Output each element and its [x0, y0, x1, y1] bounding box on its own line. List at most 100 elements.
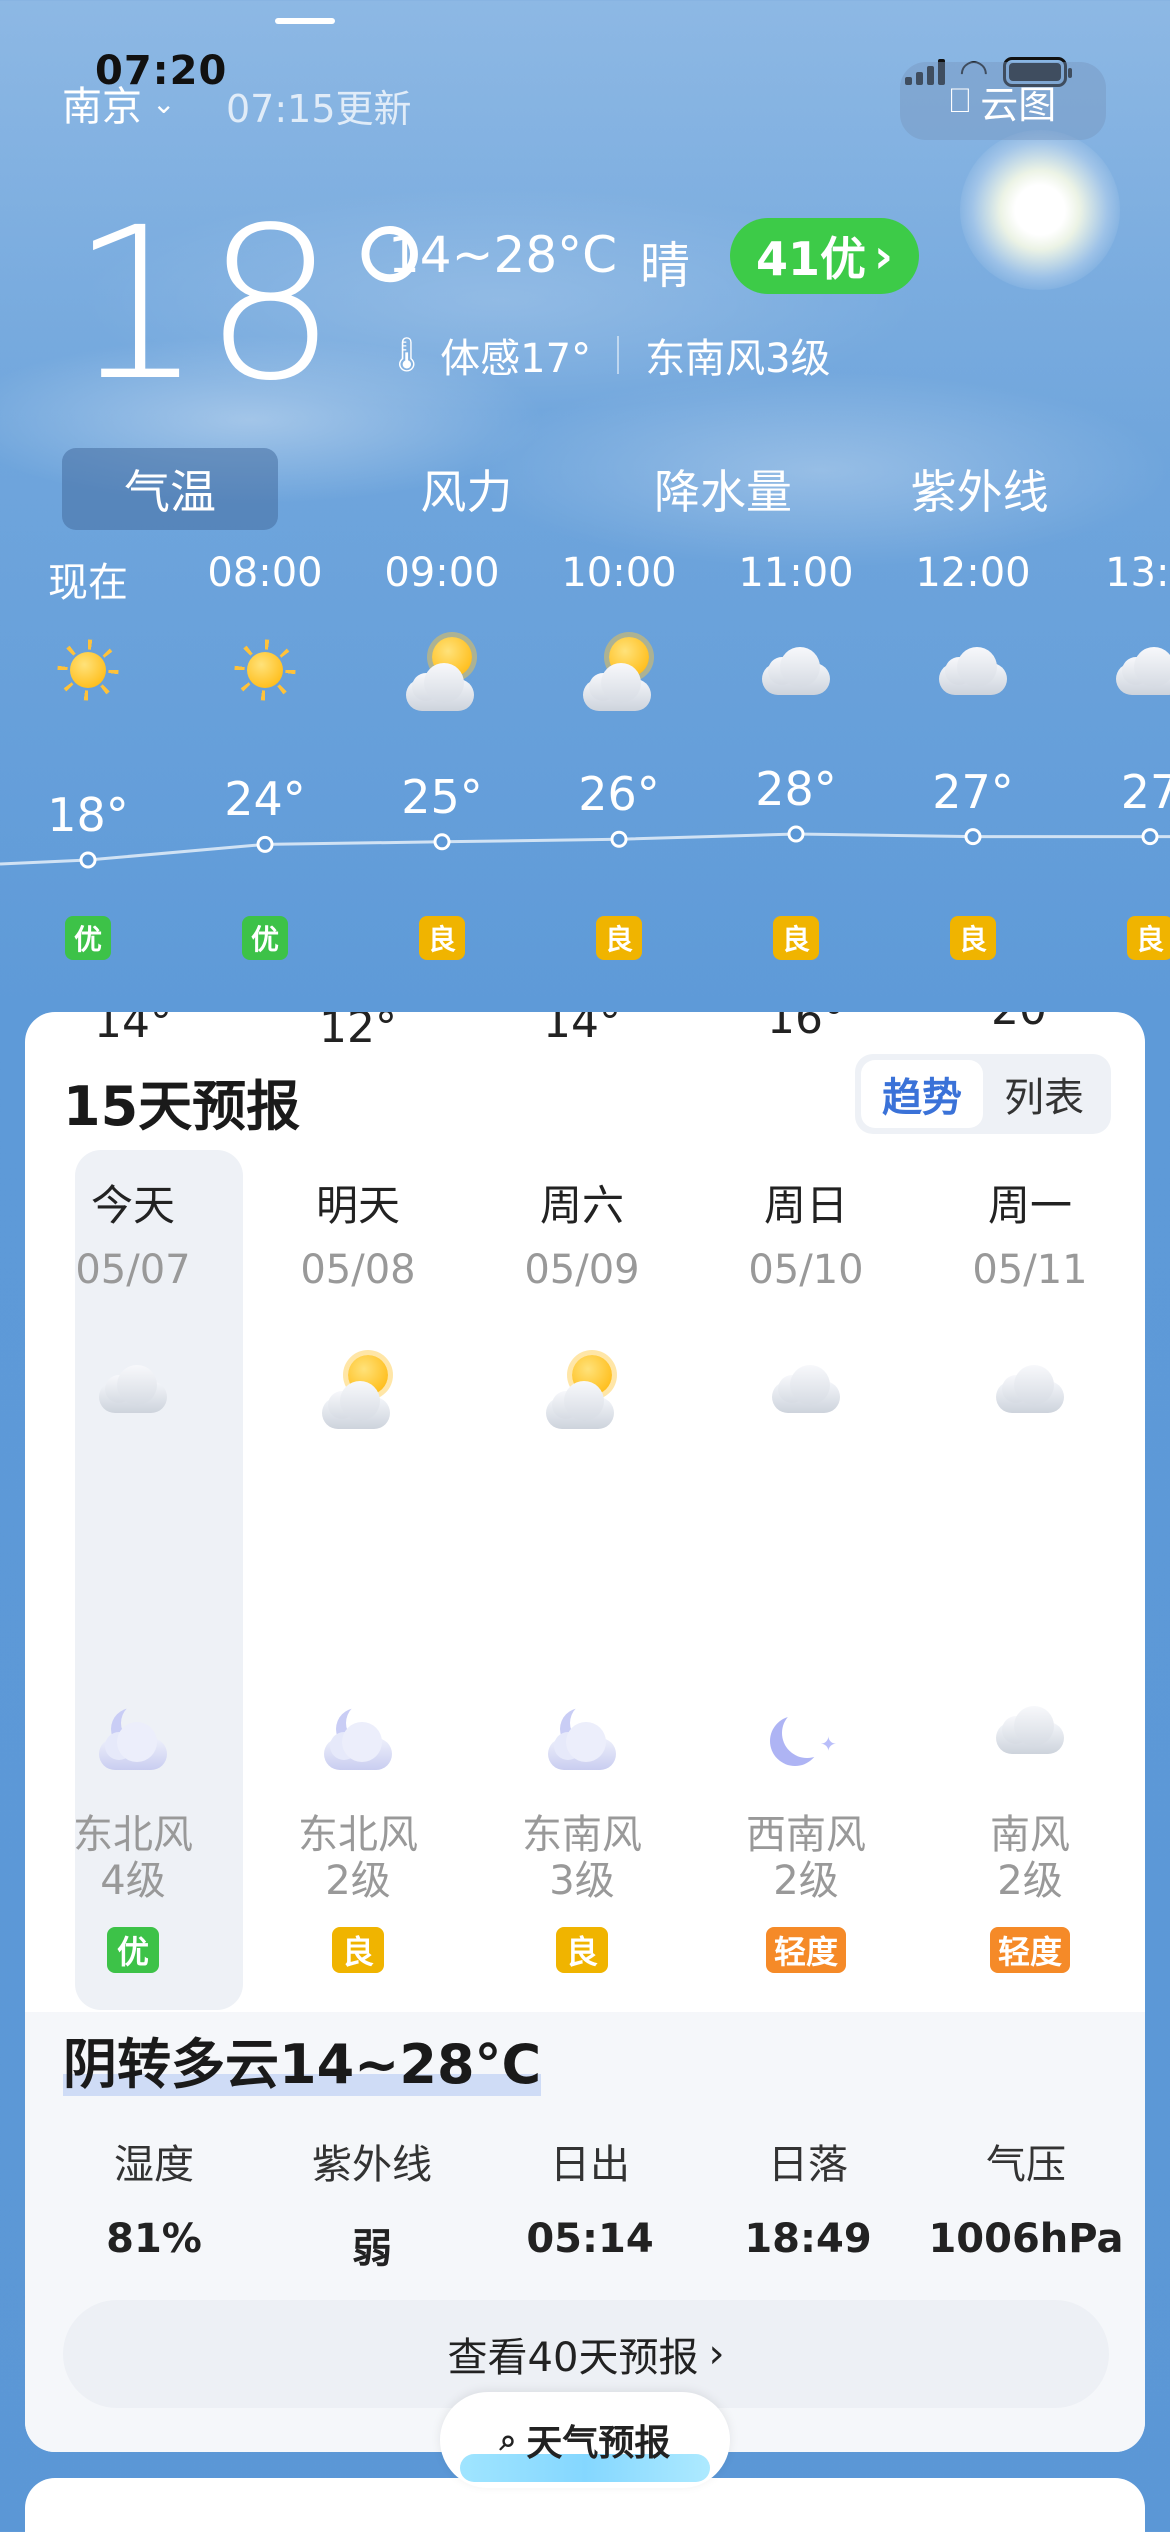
wind-direction: 南风 — [990, 1812, 1070, 1858]
day-aqi: 良 — [332, 1927, 384, 1973]
hourly-temp-point — [79, 851, 97, 869]
hour-aqi: 优 — [242, 916, 288, 960]
chevron-right-icon: › — [708, 2331, 725, 2377]
hour-item: 11:00 28° 良 — [731, 550, 861, 960]
hour-aqi: 良 — [419, 916, 465, 960]
stat-label: 气压 — [986, 2142, 1066, 2188]
hour-temp: 26° — [578, 767, 660, 822]
cloud-map-label: 云图 — [980, 82, 1057, 127]
day-date: 05/08 — [300, 1247, 416, 1293]
day-column[interactable]: 周日 05/10 — [706, 1172, 906, 1453]
stat-label: 湿度 — [114, 2142, 194, 2188]
divider — [617, 336, 620, 374]
day-column[interactable]: 周六 05/09 — [482, 1172, 682, 1453]
stat-value: 05:14 — [526, 2216, 654, 2262]
wind-direction: 西南风 — [746, 1812, 866, 1858]
hour-time: 13:0 — [1105, 550, 1170, 596]
chevron-right-icon: › — [874, 229, 893, 283]
day-name: 今天 — [90, 1181, 175, 1230]
thermometer-icon: 🌡︎ — [385, 335, 429, 375]
cloud-icon — [992, 1361, 1068, 1415]
tab-precipitation[interactable]: 降水量 — [595, 448, 852, 530]
partly-cloudy-icon — [402, 637, 482, 711]
hourly-tabs: 气温 风力 降水量 紫外线 — [62, 448, 1108, 530]
hour-temp: 27° — [932, 764, 1014, 819]
search-icon: ⌕ — [499, 2422, 517, 2458]
stat-pressure: 气压 1006hPa — [917, 2132, 1135, 2274]
day-column[interactable]: 今天 05/07 — [33, 1172, 233, 1453]
weather-search-button[interactable]: ⌕ 天气预报 — [440, 2392, 730, 2488]
cloud-icon — [768, 1361, 844, 1415]
night-icon-wrap — [482, 1702, 682, 1770]
hour-item: 09:00 25° 良 — [377, 550, 507, 960]
sun-icon — [56, 638, 120, 702]
day-column[interactable]: 周一 05/11 — [930, 1172, 1130, 1453]
day-low-temp: 14° — [543, 1012, 621, 1049]
stat-humidity: 湿度 81% — [45, 2132, 263, 2274]
forty-day-label: 查看40天预报 — [447, 2335, 699, 2381]
day-name: 周一 — [987, 1181, 1072, 1230]
tab-wind[interactable]: 风力 — [338, 448, 595, 530]
tab-temperature[interactable]: 气温 — [62, 448, 278, 530]
hour-aqi: 良 — [950, 916, 996, 960]
stat-sunset: 日落 18:49 — [699, 2132, 917, 2274]
current-wind: 东南风3级 — [645, 336, 831, 382]
hour-aqi: 良 — [1127, 916, 1170, 960]
day-date: 05/09 — [524, 1247, 640, 1293]
day-aqi: 轻度 — [990, 1927, 1071, 1973]
hour-temp: 24° — [224, 772, 306, 827]
stat-label: 日出 — [550, 2142, 630, 2188]
cloud-icon — [935, 643, 1011, 697]
hourly-temp-point — [1141, 828, 1159, 846]
day-low-temp: 12° — [319, 1012, 397, 1053]
hour-time: 08:00 — [207, 550, 323, 596]
partly-cloudy-icon — [542, 1355, 622, 1429]
cloud-icon — [95, 1361, 171, 1415]
day-name: 周六 — [539, 1181, 624, 1230]
day-low-temp: 14° — [94, 1012, 172, 1049]
day-aqi: 优 — [107, 1927, 159, 1973]
update-time: 07:15更新 — [226, 87, 412, 131]
hourly-temp-point — [433, 833, 451, 851]
sun-icon — [233, 638, 297, 702]
search-label: 天气预报 — [526, 2423, 671, 2464]
hourly-temp-point — [964, 828, 982, 846]
day-low-temp: 16° — [767, 1012, 845, 1044]
cloud-icon — [758, 643, 834, 697]
aqi-badge[interactable]: 41优 › — [730, 218, 919, 294]
city-selector[interactable]: 南京 ⌄ — [62, 74, 175, 132]
stat-uv: 紫外线弱 — [263, 2132, 481, 2274]
wind-level: 2级 — [773, 1858, 839, 1904]
hour-item: 13:0 27 良 — [1085, 550, 1170, 960]
hour-item: 10:00 26° 良 — [554, 550, 684, 960]
hour-time: 12:00 — [915, 550, 1031, 596]
day-column[interactable]: 明天 05/08 — [258, 1172, 458, 1453]
hourly-forecast[interactable]: 现在 18° 优 08:00 24° 优 09:00 25° 良 10:00 26° 良 11:00 28… — [0, 550, 1170, 990]
today-summary: 阴转多云14~28°C — [63, 2020, 542, 2099]
day-wind: 东北风 2级 — [258, 1812, 458, 1904]
day-date: 05/07 — [75, 1247, 191, 1293]
day-date: 05/11 — [972, 1247, 1088, 1293]
weather-condition: 晴 — [640, 237, 690, 295]
map-icon: ⎕ — [949, 81, 971, 121]
hourly-temp-point — [610, 830, 628, 848]
hour-temp: 27 — [1120, 764, 1170, 819]
today-summary-text: 阴转多云14~28°C — [63, 2033, 542, 2096]
cloud-map-button[interactable]: ⎕ 云图 — [900, 62, 1106, 140]
stat-sunrise: 日出 05:14 — [481, 2132, 699, 2274]
top-indicator — [275, 18, 335, 24]
partly-cloudy-icon — [579, 637, 659, 711]
city-name: 南京 — [62, 84, 142, 130]
moon-cloud-icon — [320, 1702, 396, 1770]
feels-like: 体感17° — [440, 336, 592, 382]
day-date: 05/10 — [748, 1247, 864, 1293]
day-wind: 东南风 3级 — [482, 1812, 682, 1904]
hour-item: 12:00 27° 良 — [908, 550, 1038, 960]
hourly-temp-line — [0, 832, 1170, 866]
day-name: 明天 — [315, 1181, 400, 1230]
stat-value: 弱 — [352, 2226, 392, 2272]
day-name: 周日 — [763, 1181, 848, 1230]
tab-uv[interactable]: 紫外线 — [851, 448, 1108, 530]
moon-clear-icon: ✦ — [768, 1702, 844, 1768]
chevron-down-icon: ⌄ — [152, 86, 176, 120]
